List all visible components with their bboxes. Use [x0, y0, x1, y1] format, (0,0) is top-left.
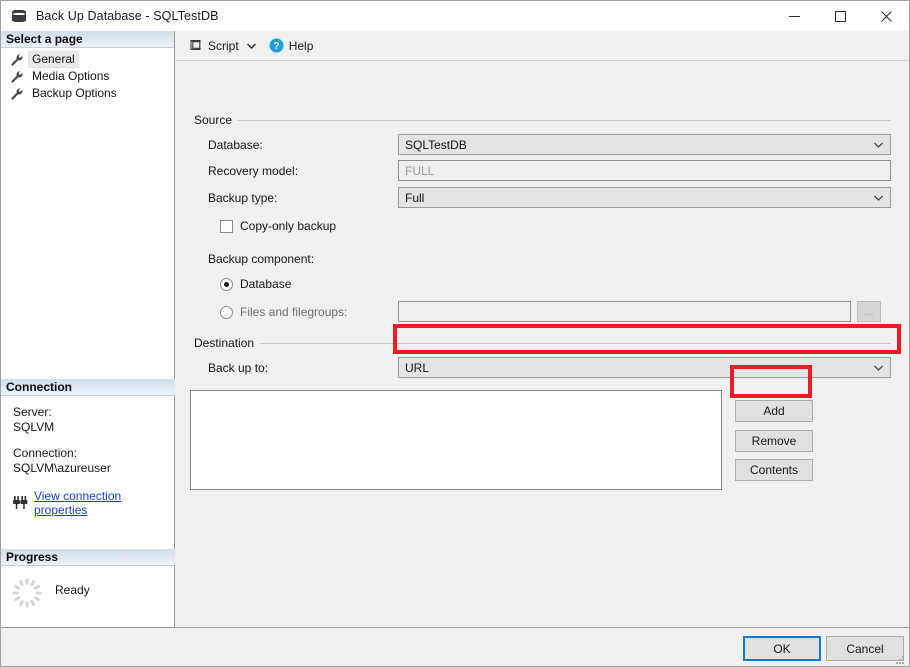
files-browse-label: ... [864, 306, 873, 318]
dialog-footer: OK Cancel [1, 627, 909, 667]
connection-value: SQLVM\azureuser [13, 461, 175, 476]
minimize-icon [789, 11, 800, 22]
script-label: Script [208, 39, 239, 53]
ok-label: OK [773, 642, 790, 656]
window-controls [771, 1, 909, 31]
title-bar: Back Up Database - SQLTestDB [1, 1, 909, 31]
backup-component-label: Backup component: [208, 252, 314, 266]
view-connection-properties-row[interactable]: View connection properties [12, 489, 175, 517]
help-label: Help [289, 39, 314, 53]
sidebar-item-label: Backup Options [29, 86, 120, 101]
sidebar-item-backup-options[interactable]: Backup Options [1, 85, 174, 102]
help-button[interactable]: ? Help [266, 35, 317, 57]
add-button[interactable]: Add [735, 400, 813, 422]
progress-section: Progress [1, 549, 175, 609]
content-area: Script ? Help Source [176, 31, 909, 627]
destination-group-title: Destination [194, 336, 260, 350]
resize-grip-icon[interactable] [894, 653, 906, 665]
cancel-button[interactable]: Cancel [826, 636, 904, 661]
view-connection-properties-link[interactable]: View connection properties [34, 489, 175, 517]
maximize-button[interactable] [817, 1, 863, 31]
cancel-label: Cancel [846, 642, 883, 656]
radio-database-label: Database [240, 277, 291, 291]
remove-label: Remove [752, 434, 797, 448]
close-icon [881, 11, 892, 22]
files-browse-button: ... [857, 301, 881, 322]
connection-plug-icon [12, 495, 28, 511]
chevron-down-icon [874, 195, 883, 201]
server-label: Server: [13, 405, 175, 420]
connection-section: Connection Server: SQLVM Connection: SQL… [1, 379, 175, 517]
server-value: SQLVM [13, 420, 175, 435]
destination-list[interactable] [190, 390, 722, 490]
ok-button[interactable]: OK [743, 636, 821, 661]
sidebar-item-label: General [29, 52, 78, 67]
connection-header: Connection [1, 379, 175, 396]
general-page-panel: Source Database: SQLTestDB Recovery mode… [176, 61, 909, 627]
chevron-down-icon [247, 43, 256, 49]
wrench-icon [10, 70, 24, 84]
database-label: Database: [208, 138, 263, 152]
window-title: Back Up Database - SQLTestDB [36, 9, 219, 23]
recovery-model-field: FULL [398, 160, 891, 181]
sidebar-item-general[interactable]: General [1, 51, 174, 68]
script-button[interactable]: Script [185, 35, 242, 57]
checkbox-box [220, 220, 233, 233]
radio-indicator [220, 278, 233, 291]
chevron-down-icon [874, 365, 883, 371]
back-up-database-dialog: Back Up Database - SQLTestDB Select a pa… [0, 0, 910, 667]
database-combo[interactable]: SQLTestDB [398, 134, 891, 155]
sidebar-item-media-options[interactable]: Media Options [1, 68, 174, 85]
contents-button[interactable]: Contents [735, 459, 813, 481]
minimize-button[interactable] [771, 1, 817, 31]
radio-indicator [220, 306, 233, 319]
svg-text:?: ? [273, 41, 279, 52]
back-up-to-label: Back up to: [208, 361, 268, 375]
progress-status: Ready [55, 583, 90, 597]
wrench-icon [10, 53, 24, 67]
files-and-filegroups-field [398, 301, 851, 322]
database-value: SQLTestDB [405, 138, 467, 152]
chevron-down-icon [874, 142, 883, 148]
script-dropdown-button[interactable] [244, 35, 260, 57]
copy-only-backup-checkbox[interactable]: Copy-only backup [220, 219, 336, 233]
remove-button[interactable]: Remove [735, 430, 813, 452]
select-page-header: Select a page [1, 31, 174, 48]
radio-files-label: Files and filegroups: [240, 305, 347, 319]
radio-files-and-filegroups[interactable]: Files and filegroups: [220, 305, 347, 319]
progress-spinner-icon [11, 577, 43, 609]
back-up-to-combo[interactable]: URL [398, 357, 891, 378]
close-button[interactable] [863, 1, 909, 31]
dialog-toolbar: Script ? Help [176, 31, 909, 61]
backup-type-combo[interactable]: Full [398, 187, 891, 208]
contents-label: Contents [750, 463, 798, 477]
destination-group-rule [258, 343, 891, 344]
radio-database[interactable]: Database [220, 277, 291, 291]
script-icon [188, 38, 203, 53]
database-cylinder-icon [11, 8, 27, 24]
add-label: Add [763, 404, 784, 418]
recovery-model-label: Recovery model: [208, 164, 298, 178]
progress-header: Progress [1, 549, 175, 566]
back-up-to-value: URL [405, 361, 429, 375]
source-group-title: Source [194, 113, 238, 127]
page-list: General Media Options Backup Options [1, 48, 174, 102]
help-question-icon: ? [269, 38, 284, 53]
left-sidebar: Select a page General Media Options Back… [1, 31, 175, 627]
backup-type-value: Full [405, 191, 424, 205]
recovery-model-value: FULL [405, 164, 434, 178]
copy-only-backup-label: Copy-only backup [240, 219, 336, 233]
sidebar-item-label: Media Options [29, 69, 112, 84]
connection-label: Connection: [13, 446, 175, 461]
backup-type-label: Backup type: [208, 191, 277, 205]
maximize-icon [835, 11, 846, 22]
wrench-icon [10, 87, 24, 101]
source-group-rule [238, 120, 891, 121]
